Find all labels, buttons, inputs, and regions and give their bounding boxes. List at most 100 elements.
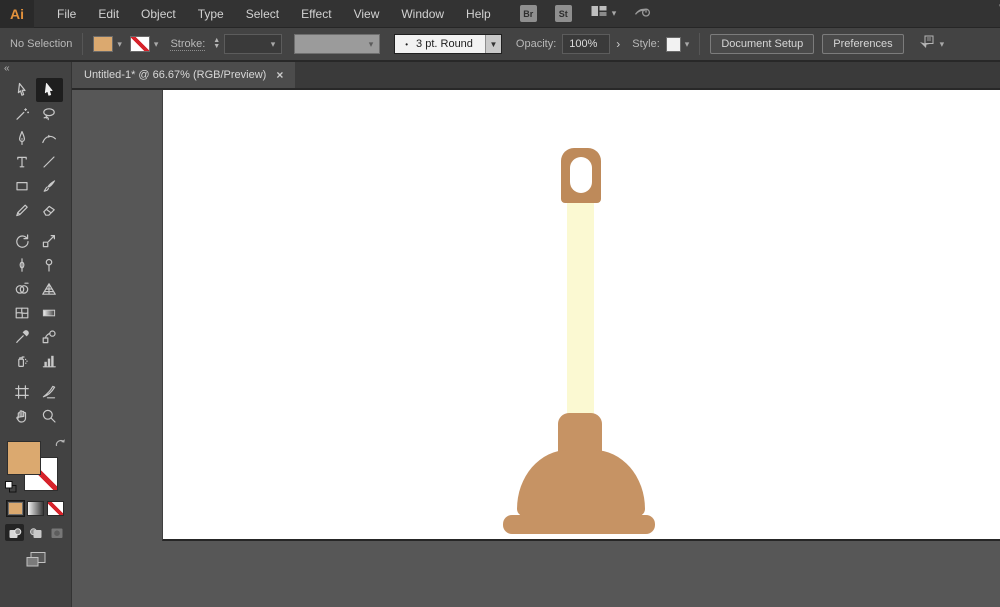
opacity-label[interactable]: Opacity: [516, 38, 556, 50]
control-panel-options-button[interactable]: ▾ [918, 34, 944, 55]
tool-eyedropper[interactable] [9, 325, 36, 349]
brush-bullet: • [405, 39, 409, 49]
stock-button[interactable]: St [554, 5, 572, 22]
tool-perspective-grid[interactable] [36, 277, 63, 301]
divider [82, 33, 84, 55]
symbol-sprayer-icon [14, 353, 30, 369]
menu-effect[interactable]: Effect [290, 1, 342, 27]
tool-mesh[interactable] [9, 301, 36, 325]
bridge-button[interactable]: Br [519, 5, 537, 22]
close-icon[interactable]: × [276, 68, 283, 82]
color-mode-none[interactable] [47, 501, 64, 516]
chevron-down-icon[interactable]: ▾ [117, 39, 122, 50]
preferences-button[interactable]: Preferences [822, 34, 904, 54]
stroke-weight-stepper[interactable]: ▲ ▼ [213, 37, 220, 50]
menu-help[interactable]: Help [455, 1, 502, 27]
tool-scale[interactable] [36, 229, 63, 253]
tool-shape-builder[interactable] [9, 277, 36, 301]
tool-zoom[interactable] [36, 404, 63, 428]
menu-object[interactable]: Object [130, 1, 187, 27]
chevron-down-icon[interactable]: ▾ [154, 39, 159, 50]
width-profile-dropdown[interactable]: ▾ [294, 34, 381, 54]
style-label: Style: [632, 38, 660, 50]
tool-symbol-sprayer[interactable] [9, 349, 36, 373]
panel-collapse-button[interactable]: « [0, 62, 71, 78]
rectangle-icon [14, 178, 30, 194]
style-swatch[interactable] [665, 36, 681, 52]
menu-window[interactable]: Window [390, 1, 455, 27]
stroke-color-swatch[interactable] [129, 36, 150, 52]
tool-paintbrush[interactable] [36, 174, 63, 198]
tool-shaper[interactable] [9, 198, 36, 222]
artboard[interactable] [162, 90, 1000, 541]
arrange-documents-button[interactable]: ▾ [590, 4, 616, 23]
default-fill-stroke-icon[interactable] [4, 480, 18, 499]
tool-lasso[interactable] [36, 102, 63, 126]
stroke-weight-dropdown[interactable]: ▾ [224, 34, 283, 54]
color-mode-gradient[interactable] [27, 501, 44, 516]
tool-width[interactable] [9, 253, 36, 277]
menu-type[interactable]: Type [187, 1, 235, 27]
paintbrush-icon [41, 178, 57, 194]
tool-type[interactable] [9, 150, 36, 174]
eraser-icon [41, 202, 57, 218]
color-mode-color[interactable] [6, 500, 25, 517]
draw-behind-button[interactable] [26, 524, 45, 541]
tool-column-graph[interactable] [36, 349, 63, 373]
curvature-icon [41, 130, 57, 146]
tool-line-segment[interactable] [36, 150, 63, 174]
width-icon [14, 257, 30, 273]
tool-groups [9, 78, 63, 435]
shaper-icon [14, 202, 30, 218]
drawing-mode-buttons [5, 524, 66, 541]
menu-edit[interactable]: Edit [87, 1, 130, 27]
tool-artboard[interactable] [9, 380, 36, 404]
selection-status: No Selection [10, 38, 73, 50]
menu-select[interactable]: Select [235, 1, 290, 27]
swap-fill-stroke-icon[interactable] [54, 437, 67, 455]
plunger-cup-neck-shape[interactable] [558, 413, 602, 455]
tool-rectangle[interactable] [9, 174, 36, 198]
document-tab-title: Untitled-1* @ 66.67% (RGB/Preview) [84, 69, 267, 81]
document-setup-button[interactable]: Document Setup [710, 34, 815, 54]
eyedropper-icon [14, 329, 30, 345]
draw-inside-button[interactable] [47, 524, 66, 541]
plunger-cup-base-shape[interactable] [503, 515, 655, 534]
tool-slice[interactable] [36, 380, 63, 404]
tool-eraser[interactable] [36, 198, 63, 222]
tool-gradient[interactable] [36, 301, 63, 325]
lasso-icon [41, 106, 57, 122]
fill-swatch[interactable] [6, 441, 41, 475]
draw-normal-button[interactable] [5, 524, 24, 541]
tool-rotate[interactable] [9, 229, 36, 253]
fill-color-swatch[interactable] [93, 36, 114, 52]
chevron-down-icon[interactable]: ▾ [685, 39, 690, 50]
chevron-down-icon: ▾ [270, 38, 276, 49]
perspective-grid-icon [41, 281, 57, 297]
menu-view[interactable]: View [343, 1, 391, 27]
tool-blend[interactable] [36, 325, 63, 349]
tool-magic-wand[interactable] [9, 102, 36, 126]
arrange-documents-icon [590, 4, 608, 23]
opacity-input[interactable]: 100% [562, 34, 611, 54]
canvas-column: Untitled-1* @ 66.67% (RGB/Preview) × [72, 62, 1000, 607]
menu-items: File Edit Object Type Select Effect View Window… [46, 1, 502, 27]
opacity-panel-arrow[interactable]: › [616, 37, 620, 51]
gpu-performance-button[interactable] [634, 4, 651, 23]
tool-group [9, 78, 63, 222]
tool-direct-selection[interactable] [35, 78, 63, 102]
pasteboard[interactable] [72, 90, 1000, 607]
tool-curvature[interactable] [36, 126, 63, 150]
brush-definition-dropdown[interactable]: • 3 pt. Round ▼ [394, 34, 502, 54]
stroke-weight-label[interactable]: Stroke: [170, 38, 206, 51]
change-screen-mode-button[interactable] [25, 551, 47, 573]
plunger-cup-dome-shape[interactable] [517, 450, 645, 517]
plunger-stick-shape[interactable] [567, 200, 594, 415]
menu-file[interactable]: File [46, 1, 87, 27]
color-mode-buttons [6, 500, 64, 517]
tool-pen[interactable] [9, 126, 36, 150]
tool-selection[interactable] [9, 78, 36, 102]
tool-puppet-warp[interactable] [36, 253, 63, 277]
tool-hand[interactable] [9, 404, 36, 428]
document-tab[interactable]: Untitled-1* @ 66.67% (RGB/Preview) × [72, 62, 296, 88]
